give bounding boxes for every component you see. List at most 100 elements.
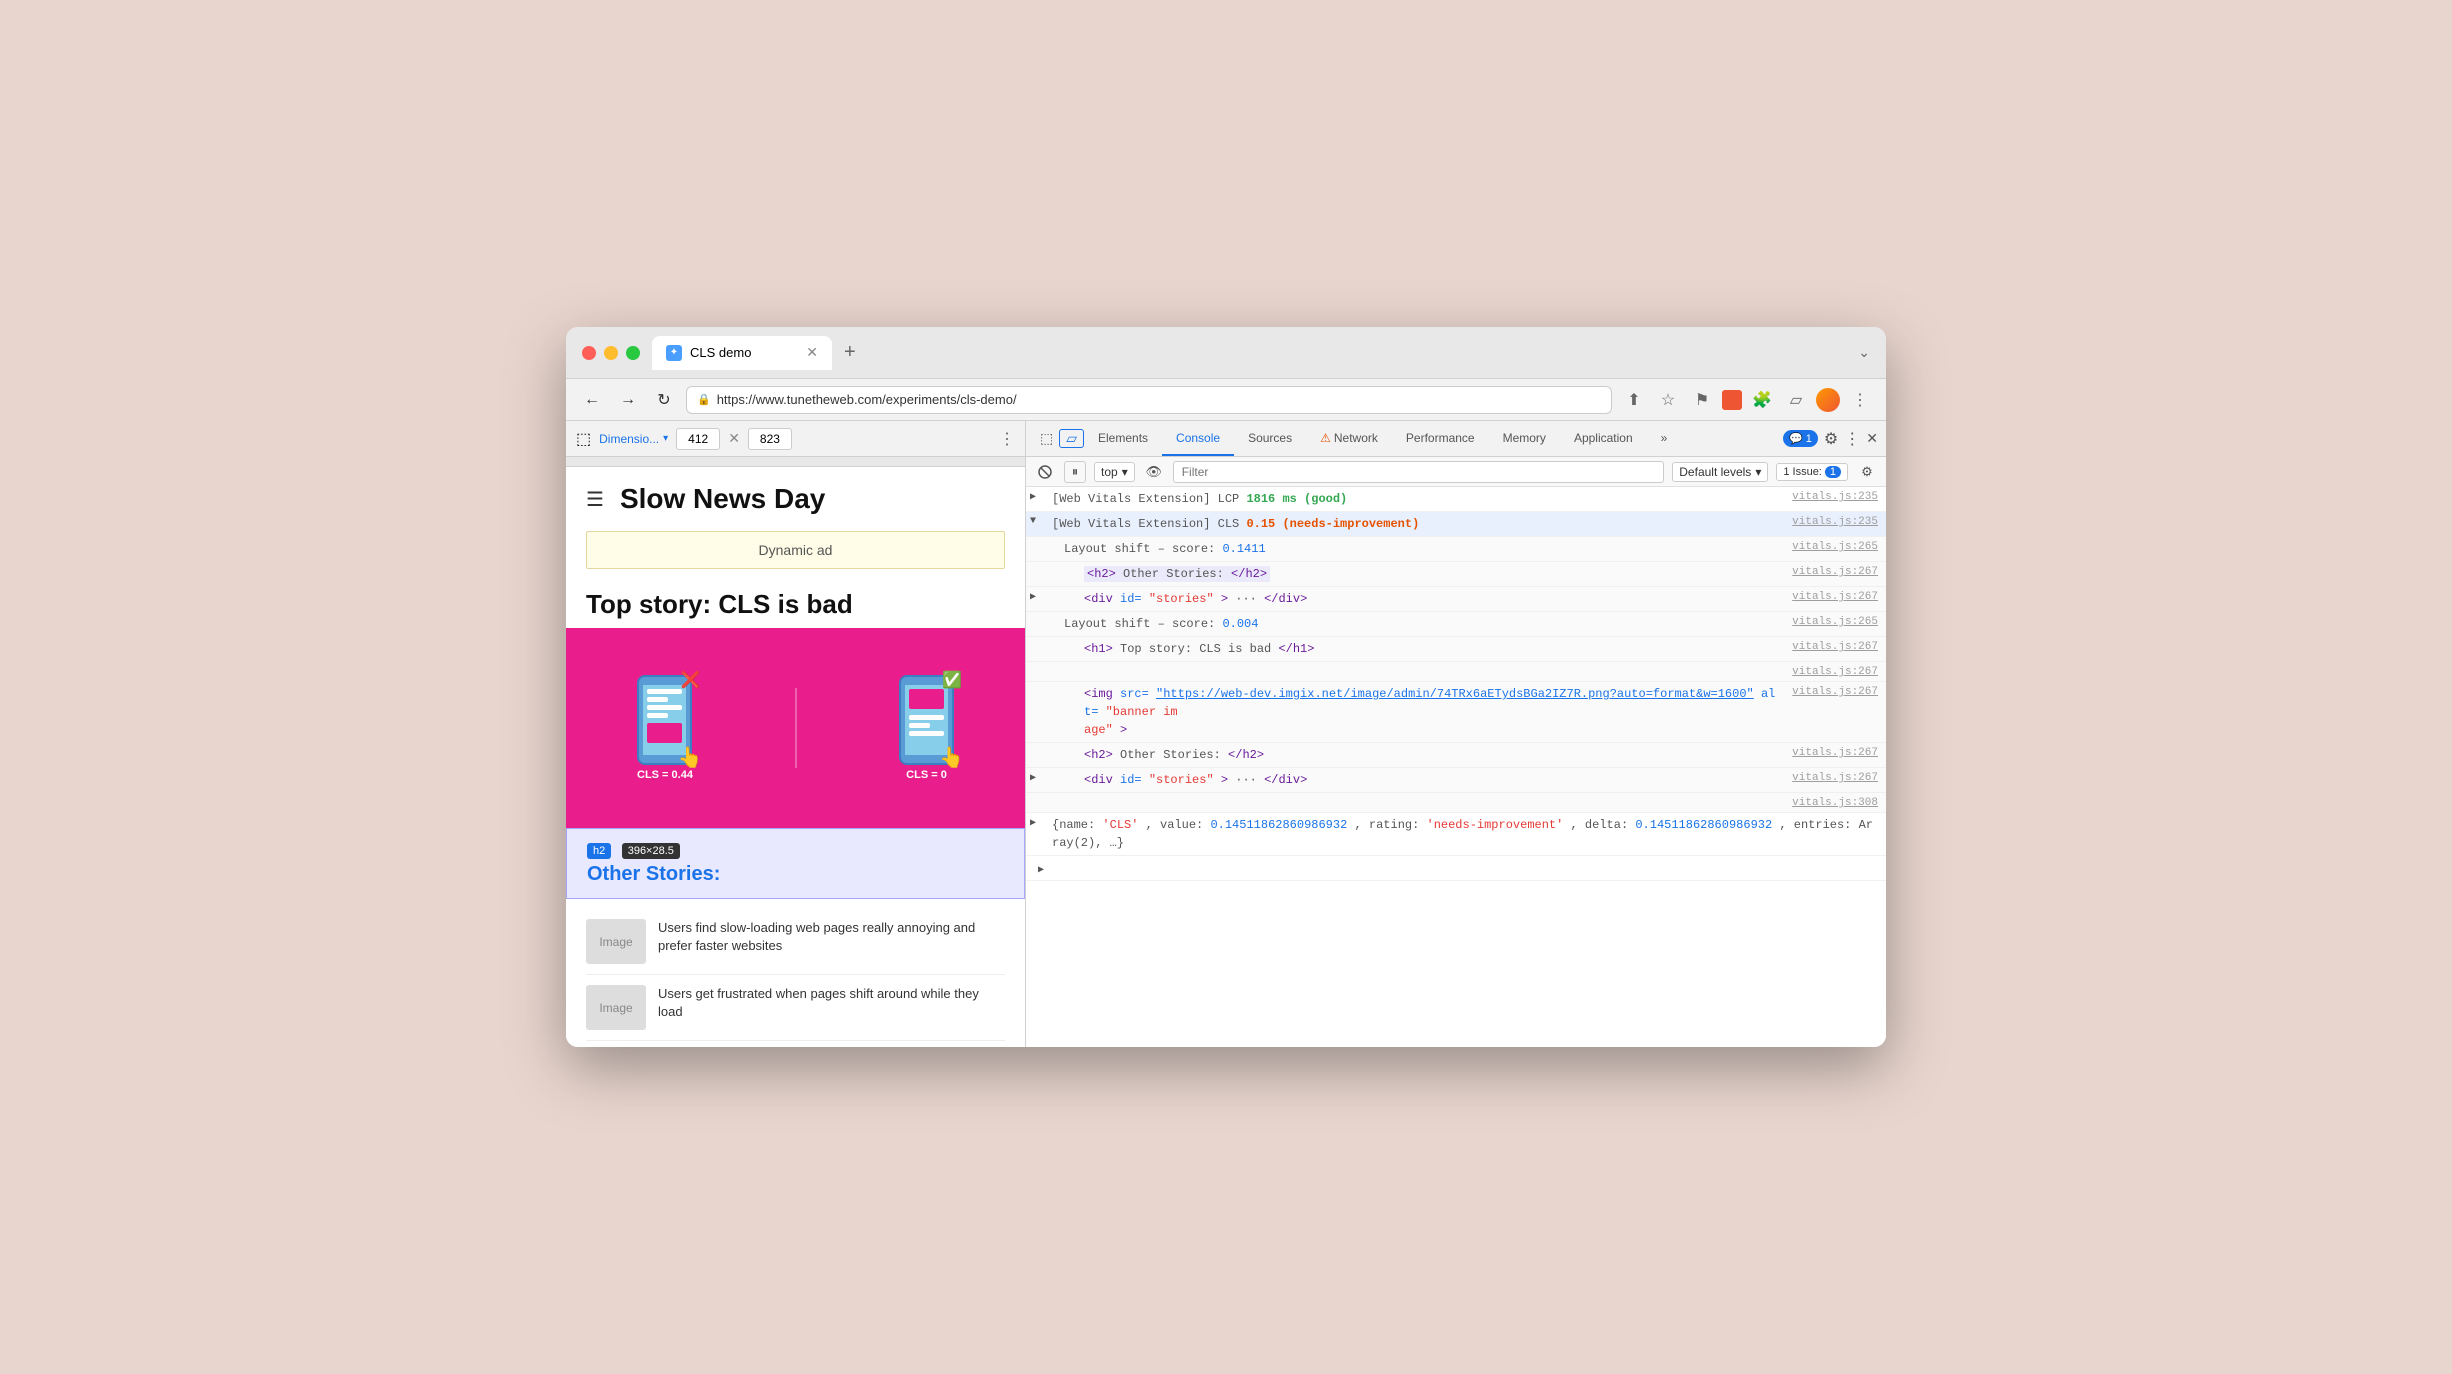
tab-favicon: ✦: [666, 345, 682, 361]
img-alt-val-2: age": [1084, 723, 1113, 737]
tab-chevron-icon[interactable]: ⌄: [1858, 344, 1870, 361]
bookmark-icon[interactable]: ☆: [1654, 386, 1682, 414]
default-levels-selector[interactable]: Default levels ▾: [1672, 462, 1768, 482]
obj-value-num: 0.14511862860986932: [1210, 818, 1347, 832]
tab-network[interactable]: ⚠ Network: [1306, 421, 1392, 456]
layout-shift-2: Layout shift – score: 0.004 vitals.js:26…: [1026, 612, 1886, 637]
maximize-button[interactable]: [626, 346, 640, 360]
ls1-link[interactable]: vitals.js:265: [1784, 537, 1886, 556]
new-tab-button[interactable]: +: [836, 341, 864, 364]
issues-button[interactable]: 1 Issue: 1: [1776, 463, 1848, 481]
devtools-settings-icon[interactable]: ⚙: [1824, 429, 1838, 449]
top-frame-arrow: ▾: [1122, 465, 1128, 479]
site-content[interactable]: ☰ Slow News Day Dynamic ad Top story: CL…: [566, 467, 1025, 1047]
h2-close-tag-2: </h2>: [1228, 748, 1264, 762]
close-button[interactable]: [582, 346, 596, 360]
h1-link[interactable]: vitals.js:267: [1784, 637, 1886, 656]
pause-button[interactable]: ⏸: [1064, 461, 1086, 483]
extensions-icon[interactable]: 🧩: [1748, 386, 1776, 414]
console-settings-icon[interactable]: ⚙: [1856, 461, 1878, 483]
tab-performance[interactable]: Performance: [1392, 421, 1489, 456]
vs-divider: [795, 688, 797, 768]
device-toolbar-icon[interactable]: ▱: [1059, 429, 1084, 448]
issues-count-badge: 1: [1825, 466, 1841, 478]
scrollbar-area: [566, 457, 1025, 467]
blank-1-line: [1044, 662, 1784, 681]
expand-arrow-div-2[interactable]: ▶: [1026, 768, 1044, 792]
address-bar[interactable]: 🔒 https://www.tunetheweb.com/experiments…: [686, 386, 1612, 414]
devtools-more-icon[interactable]: ⋮: [1844, 429, 1860, 449]
ls2-link[interactable]: vitals.js:265: [1784, 612, 1886, 631]
tab-close-button[interactable]: ✕: [806, 344, 818, 361]
eye-button[interactable]: 👁: [1143, 461, 1165, 483]
clear-console-button[interactable]: [1034, 461, 1056, 483]
refresh-button[interactable]: ↻: [650, 386, 678, 414]
h2-1-link[interactable]: vitals.js:267: [1784, 562, 1886, 581]
ls1-score: 0.1411: [1222, 542, 1265, 556]
tab-sources[interactable]: Sources: [1234, 421, 1306, 456]
console-badge: 💬 1: [1783, 430, 1818, 447]
tab-application[interactable]: Application: [1560, 421, 1647, 456]
more-menu-icon[interactable]: ⋮: [1846, 386, 1874, 414]
back-button[interactable]: ←: [578, 386, 606, 414]
share-icon[interactable]: ⬆: [1620, 386, 1648, 414]
x-mark-icon: ❌: [681, 670, 701, 690]
div-2-link[interactable]: vitals.js:267: [1784, 768, 1886, 787]
console-badge-count: 1: [1806, 433, 1812, 445]
tab-elements[interactable]: Elements: [1084, 421, 1162, 456]
expand-arrow-obj[interactable]: ▶: [1026, 813, 1044, 855]
console-filter-input[interactable]: [1173, 461, 1665, 483]
split-view-icon[interactable]: ▱: [1782, 386, 1810, 414]
site-title: Slow News Day: [620, 483, 825, 515]
h2-2-link[interactable]: vitals.js:267: [1784, 743, 1886, 762]
img-link[interactable]: vitals.js:267: [1784, 682, 1886, 701]
obj-name-val: 'CLS': [1102, 818, 1138, 832]
h1-tag-text: <h1>: [1084, 642, 1113, 656]
tab-memory[interactable]: Memory: [1489, 421, 1560, 456]
height-input[interactable]: [748, 428, 792, 450]
dimension-label[interactable]: Dimensio...: [599, 432, 659, 446]
cls-link[interactable]: vitals.js:235: [1784, 512, 1886, 531]
tab-console[interactable]: Console: [1162, 421, 1234, 456]
active-tab[interactable]: ✦ CLS demo ✕: [652, 336, 832, 370]
traffic-lights: [582, 346, 640, 360]
cls-prefix: [Web Vitals Extension] CLS: [1052, 517, 1246, 531]
lcp-link[interactable]: vitals.js:235: [1784, 487, 1886, 506]
inspect-element-icon[interactable]: ⬚: [1034, 430, 1059, 447]
expand-arrow-cls[interactable]: ▼: [1026, 512, 1044, 536]
img-src-url[interactable]: "https://web-dev.imgix.net/image/admin/7…: [1156, 687, 1754, 701]
url-text: https://www.tunetheweb.com/experiments/c…: [717, 392, 1017, 407]
expand-arrow-div-1[interactable]: ▶: [1026, 587, 1044, 611]
tab-more[interactable]: »: [1647, 421, 1682, 456]
console-content[interactable]: ▶ [Web Vitals Extension] LCP 1816 ms (go…: [1026, 487, 1886, 1047]
minimize-button[interactable]: [604, 346, 618, 360]
top-frame-selector[interactable]: top ▾: [1094, 462, 1135, 482]
site-header: ☰ Slow News Day: [566, 467, 1025, 531]
img-open-tag: <img: [1084, 687, 1120, 701]
tab-network-label: Network: [1334, 431, 1378, 445]
dimension-arrow[interactable]: ▾: [663, 433, 668, 444]
width-input[interactable]: [676, 428, 720, 450]
div-ellipsis-2: ···: [1235, 773, 1264, 787]
tab-sources-label: Sources: [1248, 431, 1292, 445]
record-button[interactable]: [1722, 390, 1742, 410]
forward-button[interactable]: →: [614, 386, 642, 414]
expand-arrow-bottom[interactable]: ▶: [1034, 860, 1052, 876]
obj-rating-label: , rating:: [1354, 818, 1426, 832]
flag-icon[interactable]: ⚑: [1688, 386, 1716, 414]
h2-tag-text-2: <h2>: [1084, 748, 1113, 762]
cls-entry: ▼ [Web Vitals Extension] CLS 0.15 (needs…: [1026, 512, 1886, 537]
devtools-inspect-icon[interactable]: ⬚: [576, 429, 591, 449]
h2-highlight-overlay: h2 396×28.5 Other Stories:: [566, 828, 1025, 899]
blank-2-link[interactable]: vitals.js:308: [1784, 793, 1886, 812]
expand-arrow-lcp[interactable]: ▶: [1026, 487, 1044, 511]
blank-1-link[interactable]: vitals.js:267: [1784, 662, 1886, 681]
hamburger-icon[interactable]: ☰: [586, 487, 604, 512]
div-1-link[interactable]: vitals.js:267: [1784, 587, 1886, 606]
devtools-close-icon[interactable]: ✕: [1866, 430, 1878, 447]
profile-avatar[interactable]: [1816, 388, 1840, 412]
lock-icon: 🔒: [697, 393, 711, 406]
img-alt-val: "banner im: [1106, 705, 1178, 719]
viewport-more-icon[interactable]: ⋮: [999, 429, 1015, 449]
lcp-value: 1816 ms (good): [1246, 492, 1347, 506]
